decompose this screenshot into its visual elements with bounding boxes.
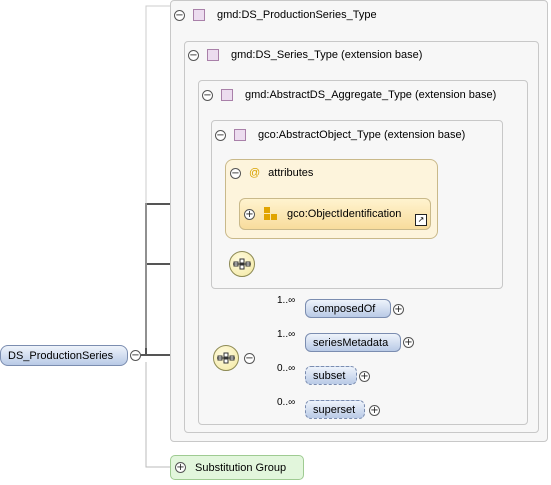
- expand-toggle[interactable]: +: [175, 462, 186, 473]
- attribute-group-label: gco:ObjectIdentification: [287, 208, 402, 220]
- collapse-toggle[interactable]: −: [244, 353, 255, 364]
- sequence-compositor-icon[interactable]: [229, 251, 255, 277]
- cardinality-label: 1..∞: [277, 295, 296, 306]
- cardinality-label: 0..∞: [277, 397, 296, 408]
- child-element-superset[interactable]: superset: [305, 400, 365, 419]
- attributes-label: attributes: [268, 167, 314, 179]
- attribute-group[interactable]: + gco:ObjectIdentification ↗: [239, 198, 431, 230]
- type-label: gmd:DS_ProductionSeries_Type: [217, 9, 377, 21]
- collapse-toggle[interactable]: −: [202, 89, 213, 101]
- child-element-composedOf[interactable]: composedOf: [305, 299, 391, 318]
- attributes-box: − @ attributes + gco:ObjectIdentificatio…: [225, 159, 438, 239]
- collapse-toggle[interactable]: −: [215, 129, 226, 141]
- collapse-toggle[interactable]: −: [230, 167, 241, 179]
- expand-toggle[interactable]: +: [369, 405, 380, 416]
- child-element-label: seriesMetadata: [313, 336, 389, 349]
- child-element-seriesMetadata[interactable]: seriesMetadata: [305, 333, 401, 352]
- cardinality-label: 0..∞: [277, 363, 296, 374]
- complex-type-icon: [207, 49, 219, 61]
- collapse-toggle[interactable]: −: [174, 9, 185, 21]
- root-element-label: DS_ProductionSeries: [8, 349, 114, 362]
- child-element-label: composedOf: [313, 302, 376, 315]
- sequence-compositor-icon[interactable]: [213, 345, 239, 371]
- cardinality-label: 1..∞: [277, 329, 296, 340]
- attribute-group-icon: [264, 207, 278, 221]
- at-icon: @: [249, 167, 261, 179]
- complex-type-icon: [221, 89, 233, 101]
- type-label: gco:AbstractObject_Type (extension base): [258, 129, 466, 141]
- expand-toggle[interactable]: +: [244, 208, 255, 220]
- shortcut-icon[interactable]: ↗: [415, 214, 427, 226]
- complex-type-icon: [193, 9, 205, 21]
- expand-toggle[interactable]: +: [403, 337, 414, 348]
- substitution-group[interactable]: + Substitution Group: [170, 455, 304, 480]
- type-label: gmd:AbstractDS_Aggregate_Type (extension…: [245, 89, 497, 101]
- child-element-subset[interactable]: subset: [305, 366, 357, 385]
- child-element-label: subset: [313, 369, 346, 382]
- child-element-label: superset: [313, 403, 356, 416]
- root-element[interactable]: DS_ProductionSeries: [0, 345, 128, 366]
- expand-toggle[interactable]: +: [359, 371, 370, 382]
- type-label: gmd:DS_Series_Type (extension base): [231, 49, 423, 61]
- expand-toggle[interactable]: +: [393, 304, 404, 315]
- substitution-group-label: Substitution Group: [195, 461, 287, 474]
- collapse-toggle[interactable]: −: [188, 49, 199, 61]
- collapse-toggle[interactable]: −: [130, 350, 141, 361]
- complex-type-icon: [234, 129, 246, 141]
